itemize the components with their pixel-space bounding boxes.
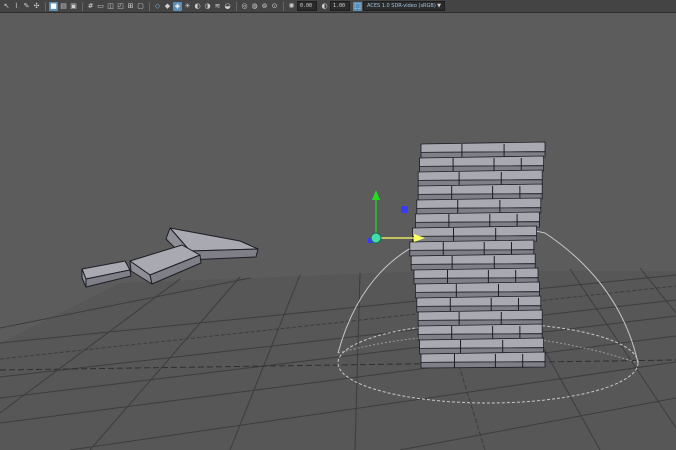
gate-mask-icon[interactable]: ◰	[116, 2, 125, 11]
tower-row[interactable]	[409, 239, 535, 257]
ambient-occlusion-icon[interactable]: ◑	[203, 2, 212, 11]
toolbar-separator	[82, 1, 83, 11]
block-face	[417, 169, 543, 181]
block-face	[412, 225, 537, 237]
tower-row[interactable]	[413, 267, 539, 285]
bookmark-icon[interactable]: ▤	[59, 2, 68, 11]
z-axis-handle[interactable]	[401, 206, 408, 213]
xray-joints-icon[interactable]: ⊚	[260, 2, 269, 11]
center-handle[interactable]	[370, 232, 382, 244]
tower-row[interactable]	[420, 141, 546, 159]
block-face	[409, 239, 535, 251]
block-face	[414, 211, 540, 223]
block-face	[420, 141, 546, 153]
fallen-blocks[interactable]	[81, 227, 259, 288]
shadows-icon[interactable]: ◐	[193, 2, 202, 11]
exposure-icon[interactable]: ✺	[287, 2, 296, 11]
tower-row[interactable]	[414, 281, 540, 299]
image-plane-icon[interactable]: ▣	[69, 2, 78, 11]
toolbar-separator	[149, 1, 150, 11]
tower-row[interactable]	[419, 155, 544, 173]
isolate-select-icon[interactable]: ◎	[240, 2, 249, 11]
xray-icon[interactable]: ◍	[250, 2, 259, 11]
block-face	[413, 267, 539, 279]
block-face	[419, 337, 544, 349]
block-tower[interactable]	[409, 141, 546, 369]
y-axis-arrow[interactable]	[372, 190, 380, 200]
tower-row[interactable]	[416, 197, 542, 215]
color-management-icon[interactable]: ⬚	[353, 1, 362, 11]
color-space-dropdown[interactable]: ACES 1.0 SDR-video (sRGB) ▼	[363, 1, 445, 11]
chevron-down-icon: ▼	[437, 3, 441, 9]
3d-viewport[interactable]	[0, 13, 676, 450]
tower-row[interactable]	[416, 295, 542, 313]
block-face	[417, 323, 543, 335]
smooth-shade-icon[interactable]: ◆	[163, 2, 172, 11]
block-face	[416, 295, 542, 307]
gamma-icon[interactable]: ◐	[320, 2, 329, 11]
viewport-toolbar: ↖ ⌇ ✎ ✣ ■ ▤ ▣ # ▭ ◫ ◰ ⊞ ▢ ◇ ◆ ◈ ☀ ◐ ◑ ≋ …	[0, 0, 676, 13]
tower-row[interactable]	[417, 309, 543, 327]
block-face	[419, 155, 544, 167]
tower-row[interactable]	[412, 225, 537, 243]
block-face	[420, 351, 546, 363]
paint-select-icon[interactable]: ✎	[22, 2, 31, 11]
tower-row[interactable]	[417, 183, 543, 201]
tower-row[interactable]	[417, 323, 543, 341]
toolbar-separator	[283, 1, 284, 11]
viewport-scene	[0, 141, 676, 450]
textured-icon[interactable]: ◈	[173, 1, 182, 11]
toolbar-separator	[45, 1, 46, 11]
maya-viewport-window: ↖ ⌇ ✎ ✣ ■ ▤ ▣ # ▭ ◫ ◰ ⊞ ▢ ◇ ◆ ◈ ☀ ◐ ◑ ≋ …	[0, 0, 676, 450]
tower-row[interactable]	[419, 337, 544, 355]
backface-icon[interactable]: ⊙	[270, 2, 279, 11]
block-face	[420, 361, 546, 369]
anti-alias-icon[interactable]: ◒	[223, 2, 232, 11]
gamma-field[interactable]: 1.00	[330, 1, 350, 11]
block-face	[410, 253, 536, 265]
block-face	[414, 281, 540, 293]
tower-row[interactable]	[417, 169, 543, 187]
resolution-gate-icon[interactable]: ◫	[106, 2, 115, 11]
exposure-field[interactable]: 0.00	[297, 1, 317, 11]
lights-icon[interactable]: ☀	[183, 2, 192, 11]
color-space-label: ACES 1.0 SDR-video (sRGB)	[367, 3, 436, 9]
block-face	[416, 197, 542, 209]
block-face	[417, 309, 543, 321]
move-tool-icon[interactable]: ✣	[32, 2, 41, 11]
block-face	[417, 183, 543, 195]
tower-row[interactable]	[410, 253, 536, 271]
ground-grid	[0, 267, 676, 450]
safe-action-icon[interactable]: ▢	[136, 2, 145, 11]
toolbar-separator	[236, 1, 237, 11]
field-chart-icon[interactable]: ⊞	[126, 2, 135, 11]
select-tool-icon[interactable]: ↖	[2, 2, 11, 11]
wireframe-icon[interactable]: ◇	[153, 2, 162, 11]
film-gate-icon[interactable]: ▭	[96, 2, 105, 11]
camera-icon[interactable]: ■	[49, 1, 58, 11]
tower-row[interactable]	[414, 211, 540, 229]
lasso-tool-icon[interactable]: ⌇	[12, 2, 21, 11]
motion-blur-icon[interactable]: ≋	[213, 2, 222, 11]
grid-icon[interactable]: #	[86, 2, 95, 11]
tower-row[interactable]	[420, 351, 546, 369]
